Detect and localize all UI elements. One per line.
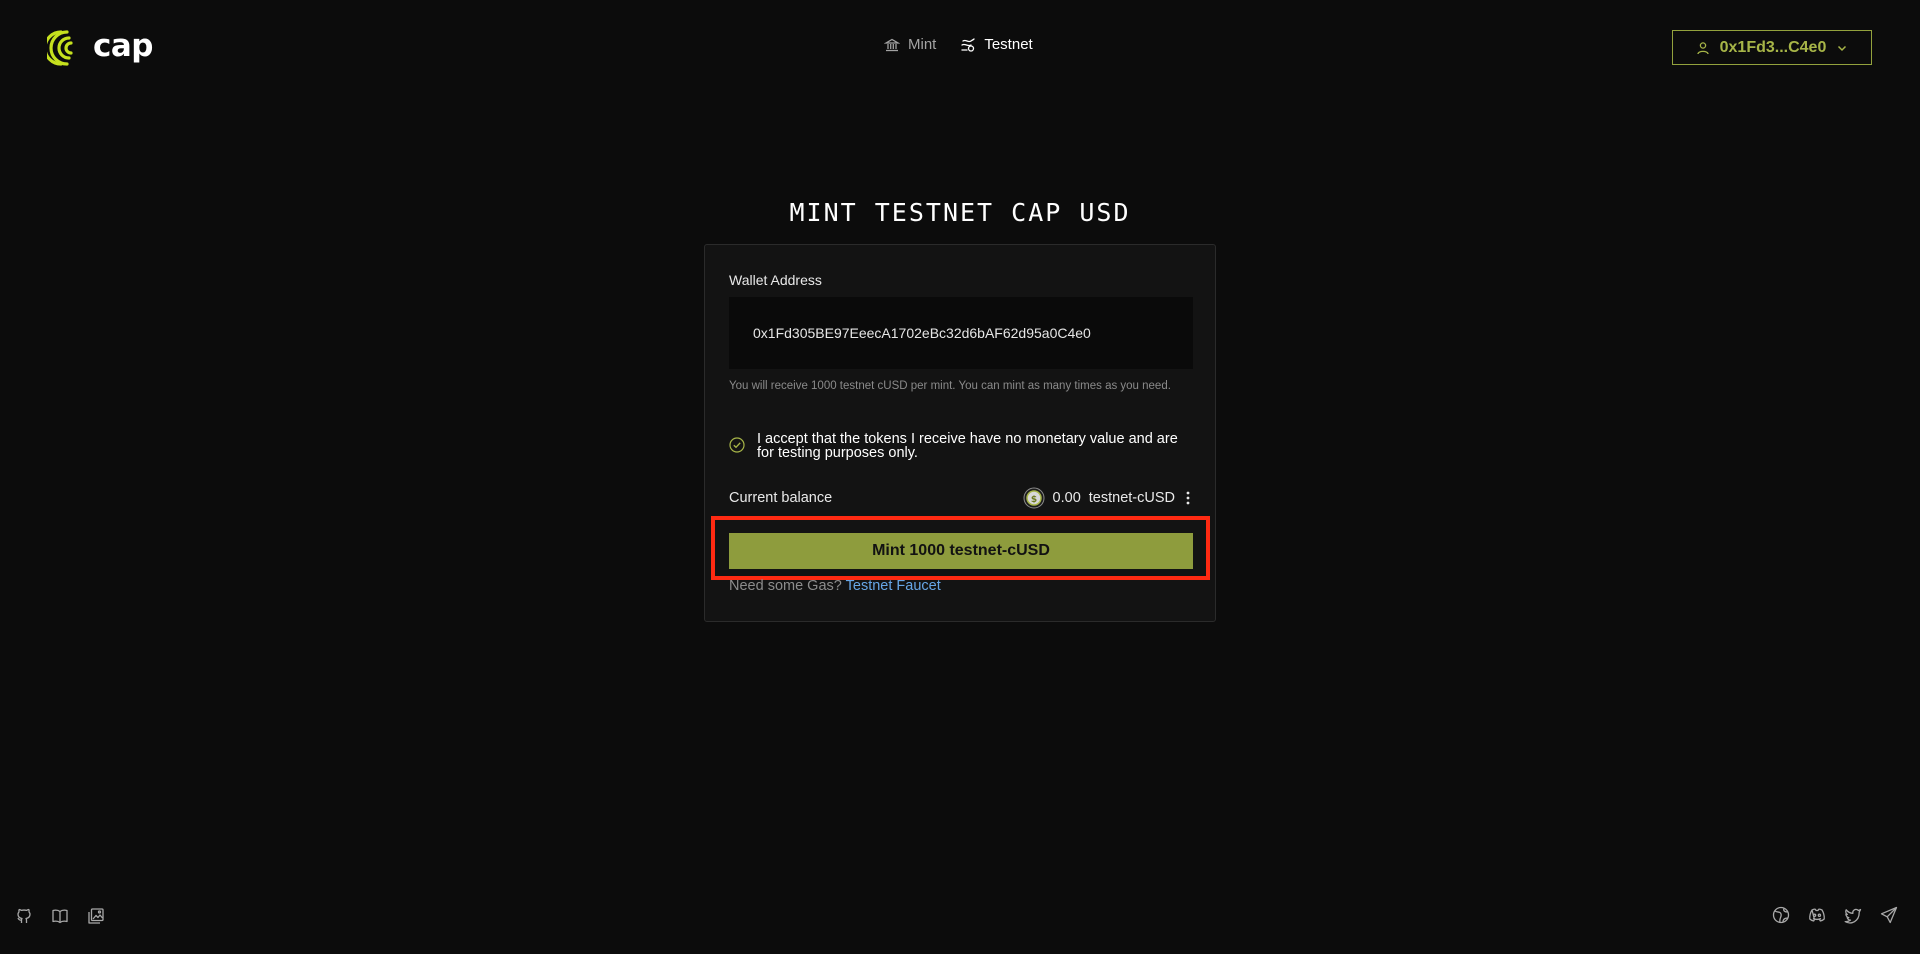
- globe-icon[interactable]: [1772, 906, 1790, 924]
- nav-label-mint: Mint: [908, 36, 937, 53]
- wallet-account-button[interactable]: 0x1Fd3...C4e0: [1672, 30, 1872, 65]
- wallet-short-address: 0x1Fd3...C4e0: [1719, 38, 1827, 56]
- top-header: cap Mint Testnet 0x1Fd3...C4e0: [0, 0, 1920, 96]
- balance-unit: testnet-cUSD: [1088, 490, 1175, 506]
- github-icon[interactable]: [15, 907, 33, 925]
- telegram-icon[interactable]: [1880, 906, 1898, 924]
- current-balance-row: Current balance $ 0.00 testnet-cUSD: [729, 486, 1193, 510]
- testnet-faucet-link[interactable]: Testnet Faucet: [846, 578, 941, 594]
- more-options-button[interactable]: [1183, 491, 1193, 505]
- footer-left-icons: [15, 907, 105, 925]
- main-nav: Mint Testnet: [884, 36, 1033, 53]
- balance-value-group: $ 0.00 testnet-cUSD: [1023, 487, 1193, 509]
- flask-icon: [961, 37, 975, 52]
- accept-terms-text: I accept that the tokens I receive have …: [757, 431, 1178, 461]
- page-title: MINT TESTNET CAP USD: [789, 198, 1131, 227]
- image-gallery-icon[interactable]: [87, 907, 105, 925]
- cap-logo-icon: [47, 30, 73, 66]
- gas-prompt: Need some Gas?: [729, 578, 842, 594]
- check-circle-icon: [729, 437, 745, 453]
- nav-item-testnet[interactable]: Testnet: [960, 36, 1033, 53]
- accept-terms-checkbox[interactable]: I accept that the tokens I receive have …: [729, 432, 1189, 460]
- mint-helper-text: You will receive 1000 testnet cUSD per m…: [729, 380, 1171, 392]
- bank-icon: [884, 38, 900, 51]
- svg-text:$: $: [1030, 495, 1036, 505]
- cap-logo[interactable]: cap: [47, 27, 154, 68]
- balance-label: Current balance: [729, 490, 833, 506]
- wallet-address-input[interactable]: [729, 297, 1193, 369]
- nav-label-testnet: Testnet: [984, 36, 1033, 53]
- footer-right-icons: [1772, 906, 1898, 924]
- gas-help-line: Need some Gas? Testnet Faucet: [729, 578, 941, 594]
- twitter-icon[interactable]: [1844, 906, 1862, 924]
- balance-amount: 0.00: [1052, 490, 1081, 506]
- chevron-down-icon: [1838, 45, 1847, 51]
- discord-icon[interactable]: [1808, 906, 1826, 924]
- kebab-menu-icon: [1186, 491, 1190, 505]
- mint-button[interactable]: Mint 1000 testnet-cUSD: [729, 533, 1193, 569]
- book-icon[interactable]: [51, 907, 69, 925]
- logo-text: cap: [93, 27, 154, 64]
- wallet-address-label: Wallet Address: [729, 272, 822, 288]
- nav-item-mint[interactable]: Mint: [884, 36, 936, 53]
- coin-icon: $: [1023, 487, 1045, 509]
- user-icon: [1696, 41, 1709, 54]
- mint-card: Wallet Address You will receive 1000 tes…: [704, 244, 1216, 622]
